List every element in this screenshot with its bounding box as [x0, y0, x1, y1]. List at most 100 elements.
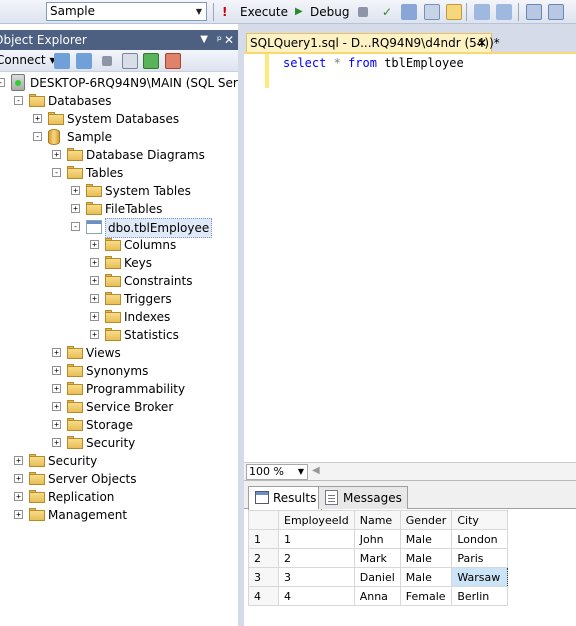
column-header[interactable]: EmployeeId	[278, 510, 355, 530]
table-row[interactable]: 2 2 Mark Male Paris	[248, 548, 509, 568]
expand-icon[interactable]: +	[33, 114, 42, 123]
query-options-icon[interactable]	[424, 4, 440, 20]
collapse-icon[interactable]: -	[14, 96, 23, 105]
connect-object-explorer-icon[interactable]	[54, 53, 70, 69]
cell-city[interactable]: Berlin	[451, 586, 509, 606]
filter-icon[interactable]	[122, 53, 138, 69]
expand-icon[interactable]: +	[52, 420, 61, 429]
tab-messages[interactable]: Messages	[318, 486, 408, 509]
uncomment-icon[interactable]	[496, 4, 512, 20]
collapse-icon[interactable]: -	[33, 132, 42, 141]
tree-node[interactable]: + Indexes	[0, 308, 238, 326]
row-number[interactable]: 2	[248, 548, 279, 568]
comment-icon[interactable]	[474, 4, 490, 20]
table-row[interactable]: 3 3 Daniel Male Warsaw	[248, 567, 509, 587]
cell-gender[interactable]: Male	[399, 548, 453, 568]
expand-icon[interactable]: +	[90, 276, 99, 285]
collapse-icon[interactable]: -	[52, 168, 61, 177]
database-select[interactable]: Sample ▼	[46, 2, 207, 21]
cell-employeeid[interactable]: 3	[278, 567, 355, 587]
expand-icon[interactable]: +	[71, 186, 80, 195]
cell-name[interactable]: Daniel	[353, 567, 401, 587]
tree-node[interactable]: + Keys	[0, 254, 238, 272]
close-icon[interactable]: ✕	[477, 34, 487, 52]
tab-results[interactable]: Results	[248, 486, 323, 510]
tree-node[interactable]: + System Databases	[0, 110, 238, 128]
collapse-icon[interactable]: -	[71, 222, 80, 231]
tree-node[interactable]: + Service Broker	[0, 398, 238, 416]
expand-icon[interactable]: +	[52, 384, 61, 393]
cell-employeeid[interactable]: 1	[278, 529, 355, 549]
tree-node[interactable]: - Sample	[0, 128, 238, 146]
query-editor[interactable]: select * from tblEmployee	[244, 52, 576, 462]
cell-gender[interactable]: Female	[399, 586, 453, 606]
expand-icon[interactable]: +	[14, 456, 23, 465]
expand-icon[interactable]: +	[90, 312, 99, 321]
tab-query-document[interactable]: SQLQuery1.sql - D...RQ94N9\d4ndr (54))* …	[246, 33, 500, 52]
debug-icon[interactable]: ▶	[295, 3, 303, 21]
tree-node[interactable]: - DESKTOP-6RQ94N9\MAIN (SQL Server	[0, 74, 257, 92]
chevron-down-icon[interactable]: ▼	[192, 3, 206, 20]
execute-button[interactable]: Execute	[240, 3, 288, 21]
expand-icon[interactable]: +	[52, 402, 61, 411]
tree-node[interactable]: + Statistics	[0, 326, 238, 344]
connect-button[interactable]: Connect ▾	[0, 53, 55, 67]
expand-icon[interactable]: +	[90, 330, 99, 339]
cell-name[interactable]: Mark	[353, 548, 401, 568]
tree-node[interactable]: + Views	[0, 344, 238, 362]
tree-node[interactable]: + Server Objects	[0, 470, 238, 488]
execute-icon[interactable]: !	[222, 3, 227, 21]
decrease-indent-icon[interactable]	[526, 4, 542, 20]
tree-node[interactable]: + Security	[0, 452, 238, 470]
tree-node[interactable]: + Replication	[0, 488, 238, 506]
cell-city[interactable]: London	[451, 529, 509, 549]
tree-node[interactable]: + Programmability	[0, 380, 238, 398]
column-header[interactable]: City	[451, 510, 509, 530]
row-number[interactable]: 4	[248, 586, 279, 606]
expand-icon[interactable]: +	[90, 258, 99, 267]
scroll-left-icon[interactable]: ◀	[312, 465, 320, 476]
refresh-icon[interactable]	[143, 53, 159, 69]
tree-node[interactable]: + System Tables	[0, 182, 238, 200]
cell-gender[interactable]: Male	[399, 567, 453, 587]
cell-gender[interactable]: Male	[399, 529, 453, 549]
query-text[interactable]: select * from tblEmployee	[283, 56, 464, 70]
expand-icon[interactable]: +	[52, 348, 61, 357]
tree-node[interactable]: + Management	[0, 506, 238, 524]
expand-icon[interactable]: +	[52, 366, 61, 375]
expand-icon[interactable]: +	[71, 204, 80, 213]
row-number-header[interactable]	[248, 510, 279, 530]
debug-button[interactable]: Debug	[310, 3, 349, 21]
tree-node[interactable]: + Security	[0, 434, 238, 452]
tree-node[interactable]: + Storage	[0, 416, 238, 434]
tree-node[interactable]: + FileTables	[0, 200, 238, 218]
results-grid[interactable]: EmployeeId Name Gender City 1 1 John Mal…	[248, 510, 509, 606]
row-number[interactable]: 1	[248, 529, 279, 549]
expand-icon[interactable]: +	[14, 492, 23, 501]
cell-name[interactable]: John	[353, 529, 401, 549]
results-to-icon[interactable]	[446, 4, 462, 20]
expand-icon[interactable]: +	[90, 240, 99, 249]
cell-employeeid[interactable]: 4	[278, 586, 355, 606]
display-plan-icon[interactable]	[401, 4, 417, 20]
close-icon[interactable]: ✕	[224, 30, 234, 50]
tree-node[interactable]: - Databases	[0, 92, 238, 110]
table-row[interactable]: 4 4 Anna Female Berlin	[248, 586, 509, 606]
tree-node[interactable]: - Tables	[0, 164, 238, 182]
collapse-icon[interactable]: -	[0, 78, 5, 87]
zoom-select[interactable]: 100 % ▼	[246, 464, 308, 480]
tree-node[interactable]: + Triggers	[0, 290, 238, 308]
expand-icon[interactable]: +	[14, 510, 23, 519]
pin-icon[interactable]: ᵖ	[217, 30, 222, 50]
row-number[interactable]: 3	[248, 567, 279, 587]
tree-node[interactable]: - dbo.tblEmployee	[0, 218, 238, 238]
dropdown-icon[interactable]: ▼	[200, 30, 208, 50]
cell-name[interactable]: Anna	[353, 586, 401, 606]
expand-icon[interactable]: +	[90, 294, 99, 303]
tree-node[interactable]: + Constraints	[0, 272, 238, 290]
column-header[interactable]: Gender	[399, 510, 453, 530]
table-row[interactable]: 1 1 John Male London	[248, 529, 509, 549]
stop-icon[interactable]	[102, 56, 112, 66]
column-header[interactable]: Name	[353, 510, 401, 530]
increase-indent-icon[interactable]	[548, 4, 564, 20]
